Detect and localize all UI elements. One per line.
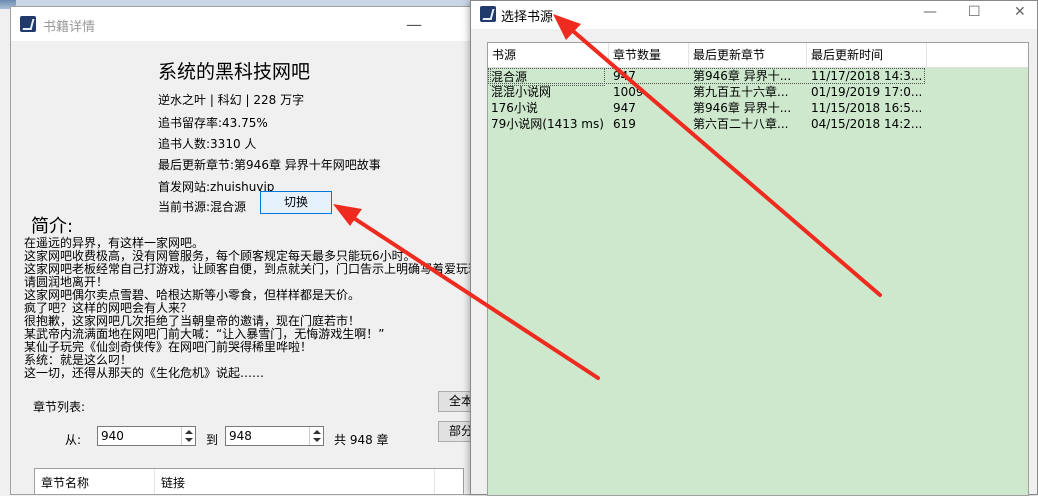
total-chapters: 共 948 章	[334, 433, 389, 447]
app-icon	[480, 6, 496, 22]
latest-chapter: 最后更新章节:第946章 异界十年网吧故事	[158, 158, 381, 172]
header-last-chapter[interactable]: 最后更新章节	[689, 43, 807, 67]
stepper-arrows-icon[interactable]	[181, 427, 195, 445]
source-row[interactable]: 混合源 947 第946章 异界十... 11/17/2018 14:3...	[488, 68, 925, 86]
chapter-list-label: 章节列表:	[33, 400, 86, 414]
switch-source-button[interactable]: 切换	[260, 191, 332, 214]
cell-source: 混混小说网	[491, 85, 552, 99]
cell-count: 947	[613, 101, 636, 115]
current-source: 当前书源:混合源	[158, 200, 247, 214]
window-title: 选择书源	[501, 10, 554, 25]
minimize-button[interactable]: —	[923, 4, 937, 20]
app-icon	[20, 16, 36, 32]
from-label: 从:	[65, 433, 82, 447]
cell-last-time: 01/19/2019 17:0...	[811, 85, 923, 99]
header-source[interactable]: 书源	[488, 43, 609, 67]
source-row[interactable]: 混混小说网 1009 第九百五十六章... 01/19/2019 17:0...	[488, 84, 1028, 100]
cell-source: 176小说	[491, 101, 538, 115]
header-last-time[interactable]: 最后更新时间	[807, 43, 927, 67]
grid-header-link[interactable]: 链接	[155, 469, 435, 494]
titlebar[interactable]: 选择书源 — ☐ ✕	[471, 1, 1037, 29]
source-list[interactable]: 书源 章节数量 最后更新章节 最后更新时间 混合源 947 第946章 异界十.…	[487, 42, 1029, 496]
header-chapter-count[interactable]: 章节数量	[609, 43, 689, 67]
book-details-window: 书籍详情 — 系统的黑科技网吧 逆水之叶 | 科幻 | 228 万字 追书留存率…	[10, 6, 476, 495]
first-site: 首发网站:zhuishuvip	[158, 180, 275, 194]
cell-last-chapter: 第946章 异界十...	[693, 101, 792, 115]
cell-last-chapter: 第六百二十八章...	[693, 117, 789, 131]
retention-rate: 追书留存率:43.75%	[158, 116, 268, 130]
grid-header-chapter-name[interactable]: 章节名称	[35, 469, 155, 494]
window-title: 书籍详情	[43, 20, 96, 35]
select-source-window: 选择书源 — ☐ ✕ 书源 章节数量 最后更新章节 最后更新时间 混合源 947…	[470, 0, 1038, 496]
cell-source: 79小说网(1413 ms)	[491, 117, 604, 131]
cell-last-time: 11/15/2018 16:5...	[811, 101, 923, 115]
cell-count: 1009	[613, 85, 644, 99]
cell-last-chapter: 第946章 异界十...	[693, 69, 792, 83]
intro-label: 简介:	[31, 216, 74, 237]
maximize-button[interactable]: ☐	[968, 4, 981, 20]
cell-last-time: 11/17/2018 14:3...	[811, 69, 923, 83]
chapter-grid[interactable]: 章节名称 链接	[34, 468, 464, 494]
titlebar[interactable]: 书籍详情 —	[11, 7, 475, 41]
cell-count: 947	[613, 69, 636, 83]
minimize-button[interactable]: —	[406, 15, 422, 34]
follower-count: 追书人数:3310 人	[158, 137, 257, 151]
cell-last-time: 04/15/2018 14:2...	[811, 117, 923, 131]
list-header: 书源 章节数量 最后更新章节 最后更新时间	[488, 43, 1028, 68]
to-chapter-stepper[interactable]: 948	[225, 426, 324, 446]
to-chapter-value: 948	[229, 429, 252, 443]
close-button[interactable]: ✕	[1014, 4, 1026, 20]
from-chapter-value: 940	[101, 429, 124, 443]
from-chapter-stepper[interactable]: 940	[97, 426, 196, 446]
source-row[interactable]: 79小说网(1413 ms) 619 第六百二十八章... 04/15/2018…	[488, 116, 1028, 132]
cell-last-chapter: 第九百五十六章...	[693, 85, 789, 99]
intro-text: 在遥远的异界，有这样一家网吧。 这家网吧收费极高，没有网管服务，每个顾客规定每天…	[24, 236, 476, 380]
stepper-arrows-icon[interactable]	[309, 427, 323, 445]
source-row[interactable]: 176小说 947 第946章 异界十... 11/15/2018 16:5..…	[488, 100, 1028, 116]
to-label: 到	[206, 433, 219, 447]
book-meta: 逆水之叶 | 科幻 | 228 万字	[158, 93, 305, 107]
book-title: 系统的黑科技网吧	[158, 61, 311, 83]
cell-count: 619	[613, 117, 636, 131]
